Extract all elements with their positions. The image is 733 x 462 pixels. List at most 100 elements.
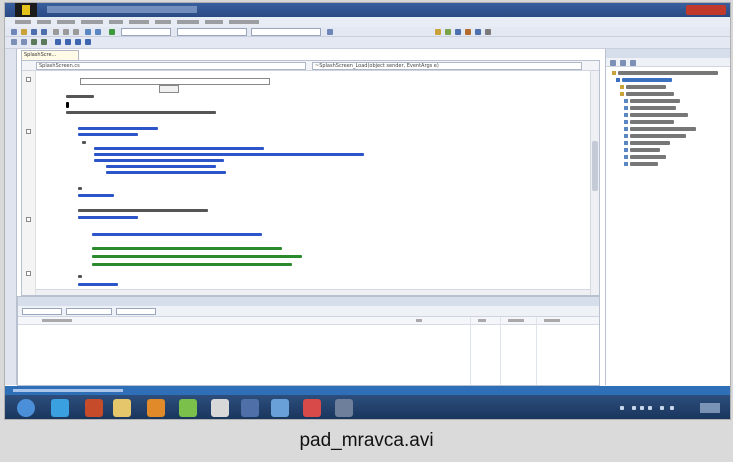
paste-icon[interactable]	[73, 29, 79, 35]
open-folder-icon[interactable]	[21, 29, 27, 35]
fold-marker[interactable]	[26, 129, 31, 134]
refresh-icon[interactable]	[610, 60, 616, 66]
menu-item[interactable]	[177, 20, 199, 24]
toolbox-icon[interactable]	[455, 29, 461, 35]
outdent-icon[interactable]	[21, 39, 27, 45]
clear-bookmarks-icon[interactable]	[85, 39, 91, 45]
copy-icon[interactable]	[63, 29, 69, 35]
tree-item[interactable]	[630, 127, 696, 131]
tree-item[interactable]	[622, 78, 672, 82]
menu-item[interactable]	[81, 20, 103, 24]
menu-item[interactable]	[37, 20, 51, 24]
status-bar	[5, 386, 730, 395]
app-icon[interactable]	[147, 399, 165, 417]
file-explorer-icon[interactable]	[113, 399, 131, 417]
fold-marker[interactable]	[26, 77, 31, 82]
column-header[interactable]	[416, 319, 422, 322]
tree-item[interactable]	[626, 92, 674, 96]
visual-studio-icon[interactable]	[241, 399, 259, 417]
tray-icon[interactable]	[632, 406, 636, 410]
menu-item[interactable]	[109, 20, 123, 24]
find-icon[interactable]	[327, 29, 333, 35]
start-debug-icon[interactable]	[109, 29, 115, 35]
tray-icon[interactable]	[648, 406, 652, 410]
solution-explorer-icon[interactable]	[435, 29, 441, 35]
toolbox-strip[interactable]	[5, 49, 17, 385]
tray-icon[interactable]	[640, 406, 644, 410]
error-list-header	[18, 317, 599, 325]
editor-vertical-scrollbar[interactable]	[590, 71, 599, 295]
app-icon[interactable]	[211, 399, 229, 417]
save-all-icon[interactable]	[41, 29, 47, 35]
menu-item[interactable]	[15, 20, 31, 24]
app-icon[interactable]	[303, 399, 321, 417]
tree-item[interactable]	[630, 141, 670, 145]
new-file-icon[interactable]	[11, 29, 17, 35]
save-icon[interactable]	[31, 29, 37, 35]
tree-item[interactable]	[630, 106, 676, 110]
configuration-combo[interactable]	[121, 28, 171, 36]
messages-filter-button[interactable]	[116, 308, 156, 315]
ide-screen: SplashScre... SplashScreen.cs ~SplashScr…	[4, 2, 731, 420]
code-editor[interactable]: SplashScreen.cs ~SplashScreen_Load(objec…	[21, 60, 600, 296]
tray-icon[interactable]	[670, 406, 674, 410]
tree-item[interactable]	[630, 120, 674, 124]
tab-splash-screen[interactable]: SplashScre...	[21, 50, 79, 60]
column-header[interactable]	[478, 319, 486, 322]
editor-horizontal-scrollbar[interactable]	[36, 289, 590, 295]
redo-icon[interactable]	[95, 29, 101, 35]
member-combo[interactable]: ~SplashScreen_Load(object sender, EventA…	[312, 62, 582, 70]
next-bookmark-icon[interactable]	[75, 39, 81, 45]
app-icon[interactable]	[335, 399, 353, 417]
browser-icon[interactable]	[51, 399, 69, 417]
tree-item[interactable]	[630, 155, 666, 159]
fold-marker[interactable]	[26, 217, 31, 222]
menu-item[interactable]	[129, 20, 149, 24]
scroll-thumb[interactable]	[592, 141, 598, 191]
file-icon	[624, 148, 628, 152]
tree-item[interactable]	[626, 85, 666, 89]
media-player-icon[interactable]	[85, 399, 103, 417]
options-icon[interactable]	[485, 29, 491, 35]
start-button-icon[interactable]	[17, 399, 35, 417]
column-header[interactable]	[544, 319, 560, 322]
solution-explorer-header	[606, 49, 730, 58]
fold-marker[interactable]	[26, 271, 31, 276]
undo-icon[interactable]	[85, 29, 91, 35]
find-combo[interactable]	[251, 28, 321, 36]
menu-item[interactable]	[229, 20, 259, 24]
clock[interactable]	[700, 403, 720, 413]
view-code-icon[interactable]	[630, 60, 636, 66]
tray-icon[interactable]	[620, 406, 624, 410]
menu-item[interactable]	[155, 20, 171, 24]
app-icon[interactable]	[179, 399, 197, 417]
tray-icon[interactable]	[660, 406, 664, 410]
tree-item[interactable]	[630, 99, 680, 103]
show-all-icon[interactable]	[620, 60, 626, 66]
tree-item[interactable]	[630, 148, 660, 152]
comment-icon[interactable]	[31, 39, 37, 45]
class-combo[interactable]: SplashScreen.cs	[36, 62, 306, 70]
column-header[interactable]	[508, 319, 524, 322]
tree-item[interactable]	[618, 71, 718, 75]
object-browser-icon[interactable]	[465, 29, 471, 35]
tree-item[interactable]	[630, 134, 686, 138]
menu-item[interactable]	[205, 20, 223, 24]
errors-filter-button[interactable]	[22, 308, 62, 315]
tooltip-button[interactable]	[159, 85, 179, 93]
tree-item[interactable]	[630, 162, 658, 166]
prev-bookmark-icon[interactable]	[65, 39, 71, 45]
class-view-icon[interactable]	[475, 29, 481, 35]
uncomment-icon[interactable]	[41, 39, 47, 45]
app-icon[interactable]	[271, 399, 289, 417]
menu-item[interactable]	[57, 20, 75, 24]
properties-icon[interactable]	[445, 29, 451, 35]
bookmark-icon[interactable]	[55, 39, 61, 45]
cut-icon[interactable]	[53, 29, 59, 35]
warnings-filter-button[interactable]	[66, 308, 112, 315]
column-header[interactable]	[42, 319, 72, 322]
indent-icon[interactable]	[11, 39, 17, 45]
tree-item[interactable]	[630, 113, 688, 117]
platform-combo[interactable]	[177, 28, 247, 36]
window-controls[interactable]	[686, 5, 726, 15]
